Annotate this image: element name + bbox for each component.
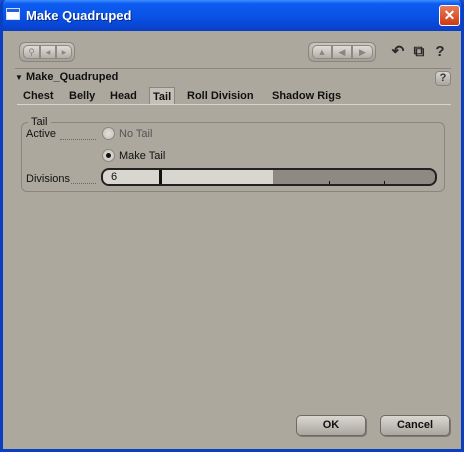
divisions-value[interactable]: 6 (111, 171, 117, 183)
cancel-button[interactable]: Cancel (380, 415, 450, 436)
arrow-right-icon[interactable]: ▶ (352, 45, 373, 59)
dialog-window: Make Quadruped ✕ ⚲ ◂ ▸ ▲ ◀ ▶ ↶ ⧉ ? ▼ Mak… (0, 0, 464, 452)
undo-icon[interactable]: ↶ (389, 43, 407, 61)
title-bar[interactable]: Make Quadruped ✕ (3, 0, 461, 31)
no-tail-label[interactable]: No Tail (119, 128, 152, 140)
navigation-group: ⚲ ◂ ▸ (19, 42, 75, 62)
tab-shadow-rigs[interactable]: Shadow Rigs (272, 87, 341, 105)
divisions-label: Divisions (26, 173, 71, 185)
arrow-left-icon[interactable]: ◂ (40, 45, 56, 59)
active-label: Active (26, 128, 56, 140)
chevron-down-icon[interactable]: ▼ (15, 73, 23, 82)
panel-help-icon[interactable]: ? (435, 71, 451, 86)
tab-underline (17, 104, 451, 105)
tab-roll-division[interactable]: Roll Division (187, 87, 254, 105)
close-button[interactable]: ✕ (439, 5, 460, 26)
slider-handle[interactable] (159, 170, 162, 184)
tab-chest[interactable]: Chest (23, 87, 54, 105)
divisions-slider[interactable]: 6 (101, 168, 437, 186)
help-icon[interactable]: ? (431, 43, 449, 61)
panel-header[interactable]: ▼ Make_Quadruped (15, 71, 118, 83)
no-tail-radio[interactable] (102, 127, 115, 140)
window-icon (6, 8, 20, 20)
slider-tick (384, 181, 385, 184)
make-tail-label[interactable]: Make Tail (119, 150, 165, 162)
ok-button[interactable]: OK (296, 415, 366, 436)
tab-head[interactable]: Head (110, 87, 137, 105)
divisions-leader (71, 183, 96, 184)
tab-bar: Chest Belly Head Tail Roll Division Shad… (17, 87, 451, 105)
arrow-right-icon[interactable]: ▸ (56, 45, 72, 59)
window-title: Make Quadruped (26, 8, 132, 23)
copy-icon[interactable]: ⧉ (410, 43, 428, 61)
panel-title: Make_Quadruped (25, 71, 119, 83)
dialog-content: ⚲ ◂ ▸ ▲ ◀ ▶ ↶ ⧉ ? ▼ Make_Quadruped ? Che… (3, 31, 461, 449)
slider-track-fill (103, 170, 273, 184)
tab-tail[interactable]: Tail (149, 87, 176, 105)
tab-belly[interactable]: Belly (69, 87, 95, 105)
make-tail-radio[interactable] (102, 149, 115, 162)
tail-group-title: Tail (31, 116, 48, 128)
active-leader (60, 139, 96, 140)
arrows-group: ▲ ◀ ▶ (308, 42, 376, 62)
toolbar-divider (15, 68, 451, 69)
slider-tick (329, 181, 330, 184)
key-icon[interactable]: ⚲ (23, 45, 40, 59)
arrow-up-icon[interactable]: ▲ (312, 45, 332, 59)
arrow-left-icon[interactable]: ◀ (332, 45, 352, 59)
